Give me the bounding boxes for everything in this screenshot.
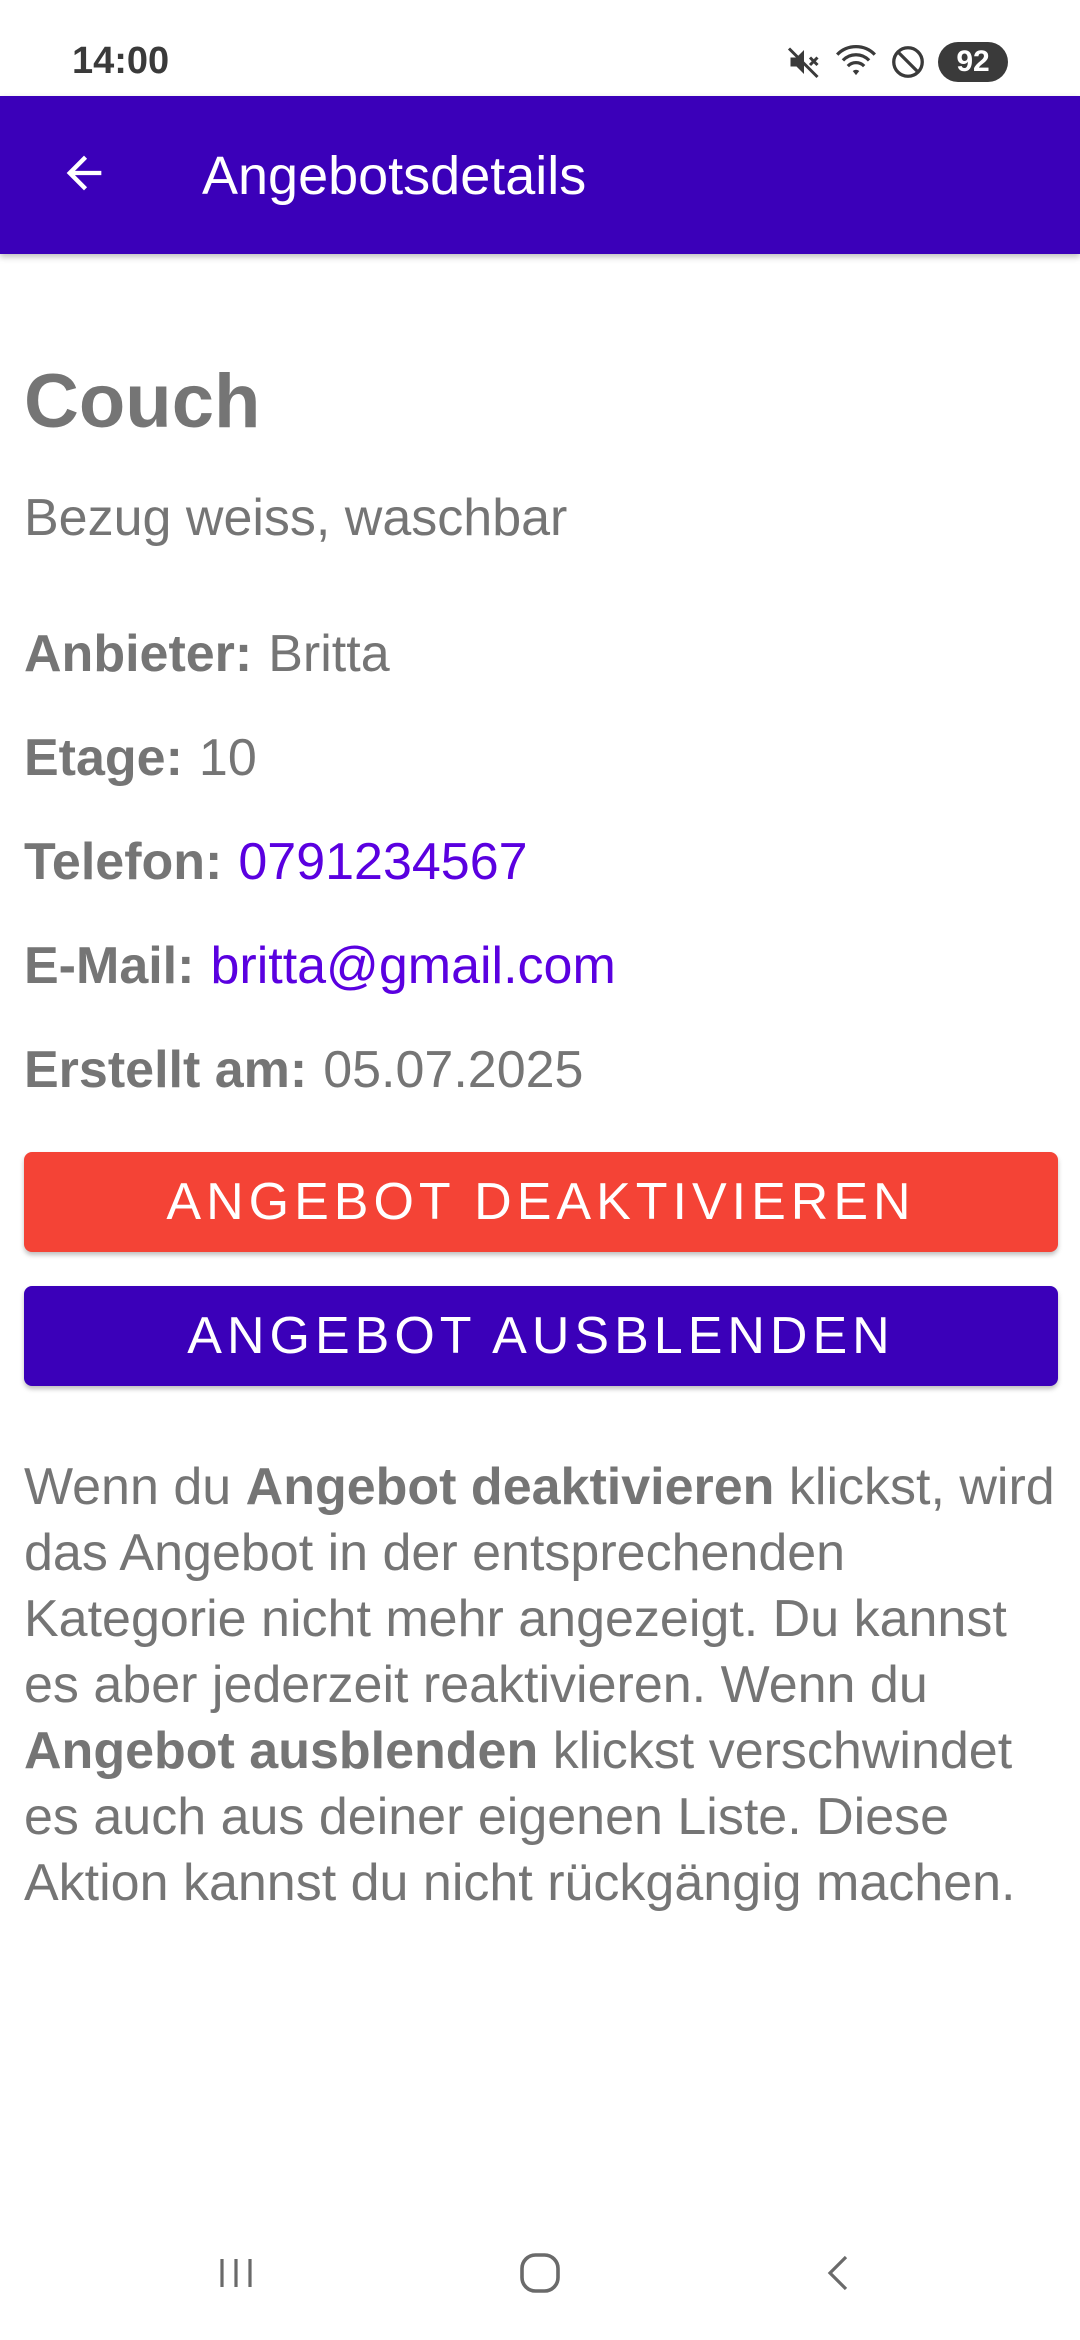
nav-back-button[interactable] bbox=[780, 2230, 900, 2320]
explanation-text: Wenn du Angebot deaktivieren klickst, wi… bbox=[24, 1454, 1064, 1916]
deactivate-offer-button[interactable]: ANGEBOT DEAKTIVIEREN bbox=[24, 1152, 1058, 1252]
explanation-part-1: Wenn du bbox=[24, 1458, 246, 1516]
recent-apps-button[interactable] bbox=[176, 2230, 296, 2320]
arrow-back-icon bbox=[58, 147, 110, 204]
created-label: Erstellt am: bbox=[24, 1041, 308, 1099]
status-time: 14:00 bbox=[72, 40, 170, 82]
phone-row: Telefon: 0791234567 bbox=[24, 832, 528, 892]
phone-label: Telefon: bbox=[24, 833, 223, 891]
created-row: Erstellt am: 05.07.2025 bbox=[24, 1040, 583, 1100]
hide-offer-button[interactable]: ANGEBOT AUSBLENDEN bbox=[24, 1286, 1058, 1386]
recent-apps-icon bbox=[212, 2249, 260, 2302]
battery-indicator: 92 bbox=[938, 42, 1008, 82]
app-bar: Angebotsdetails bbox=[0, 96, 1080, 254]
back-icon bbox=[816, 2249, 864, 2302]
created-value: 05.07.2025 bbox=[323, 1041, 584, 1099]
system-nav-bar bbox=[0, 2210, 1080, 2340]
email-link[interactable]: britta@gmail.com bbox=[210, 937, 615, 995]
status-bar: 14:00 92 bbox=[0, 0, 1080, 96]
home-button[interactable] bbox=[480, 2230, 600, 2320]
back-button[interactable] bbox=[38, 129, 130, 221]
email-row: E-Mail: britta@gmail.com bbox=[24, 936, 616, 996]
floor-label: Etage: bbox=[24, 729, 183, 787]
page-title: Angebotsdetails bbox=[202, 146, 587, 206]
offer-title: Couch bbox=[24, 359, 261, 444]
floor-value: 10 bbox=[198, 729, 257, 787]
explanation-bold-deactivate: Angebot deaktivieren bbox=[245, 1458, 775, 1516]
explanation-bold-hide: Angebot ausblenden bbox=[24, 1722, 539, 1780]
offer-description: Bezug weiss, waschbar bbox=[24, 489, 568, 547]
provider-row: Anbieter: Britta bbox=[24, 624, 390, 684]
floor-row: Etage: 10 bbox=[24, 728, 257, 788]
mute-icon bbox=[786, 44, 822, 80]
phone-link[interactable]: 0791234567 bbox=[238, 833, 527, 891]
provider-label: Anbieter: bbox=[24, 625, 253, 683]
wifi-icon bbox=[834, 44, 878, 80]
status-icons: 92 bbox=[786, 38, 1008, 86]
email-label: E-Mail: bbox=[24, 937, 195, 995]
do-not-disturb-icon bbox=[890, 44, 926, 80]
provider-value: Britta bbox=[268, 625, 390, 683]
home-icon bbox=[513, 2246, 567, 2305]
